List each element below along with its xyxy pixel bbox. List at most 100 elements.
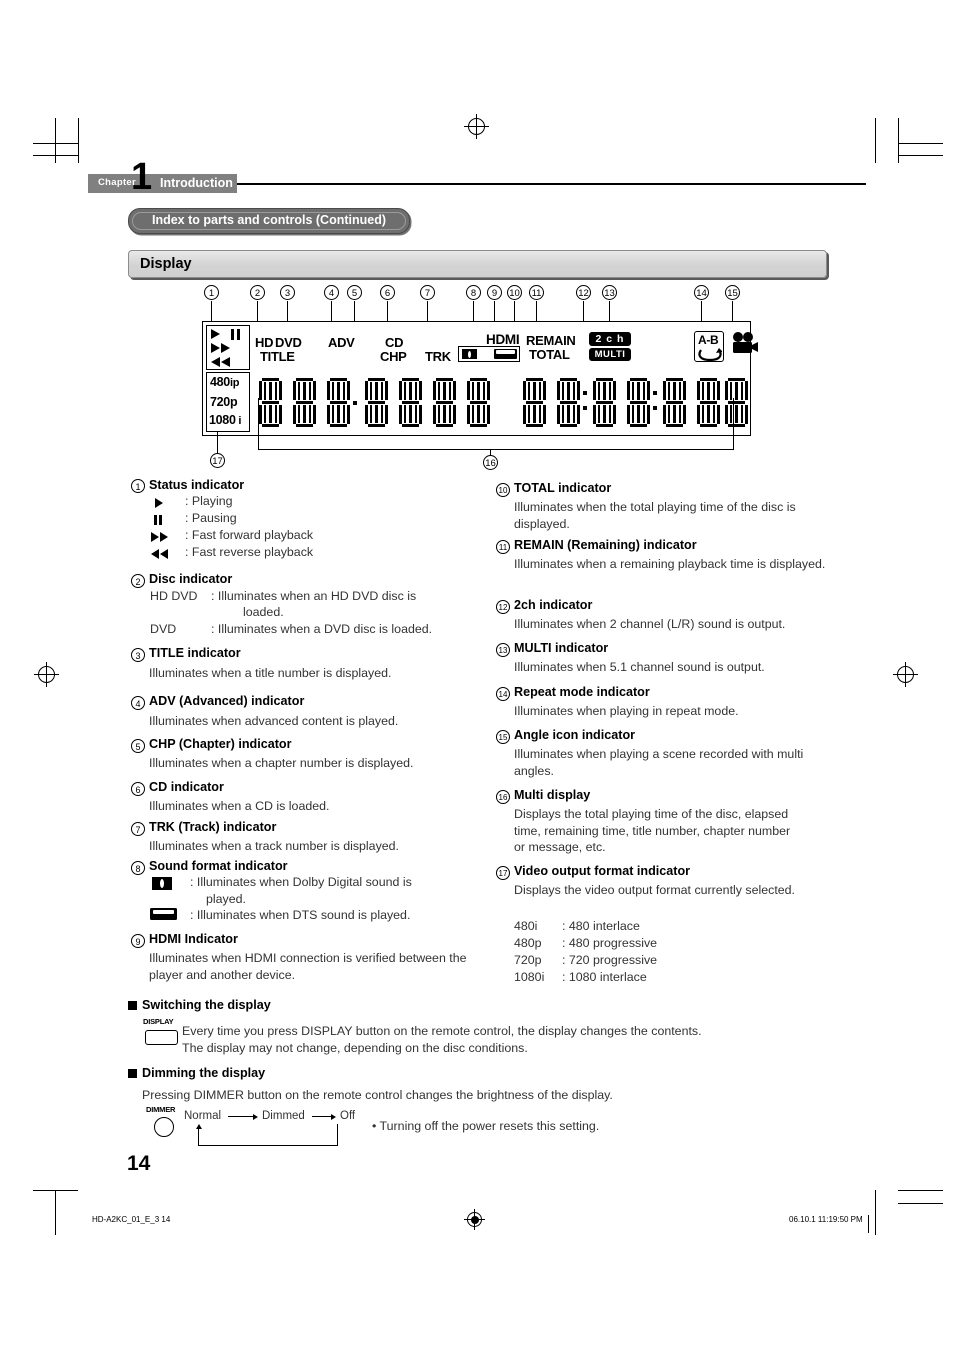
callout-6: 6 — [380, 285, 395, 300]
header-rule — [237, 183, 866, 185]
format-desc: : 720 progressive — [562, 953, 658, 967]
callout-4: 4 — [324, 285, 339, 300]
leader-line — [331, 301, 332, 321]
dimmer-button-icon — [154, 1117, 174, 1137]
display-button-label: DISPLAY — [143, 1017, 174, 1026]
leader-line — [387, 301, 388, 321]
leader-line — [257, 301, 258, 321]
item-number: 17 — [496, 866, 510, 880]
item-subline: : Illuminates when DTS sound is played. — [190, 908, 411, 922]
play-icon — [211, 329, 220, 339]
display-button-icon — [145, 1030, 178, 1045]
callout-16: 16 — [483, 455, 498, 470]
status-indicator-group — [206, 325, 250, 370]
item-body: Illuminates when 5.1 channel sound is ou… — [514, 660, 765, 674]
item-body: Illuminates when the total playing time … — [514, 500, 796, 531]
callout-9: 9 — [487, 285, 502, 300]
crop-mark — [55, 118, 56, 163]
section-bullet-icon — [128, 1069, 137, 1078]
callout-11: 11 — [529, 285, 544, 300]
callout-3: 3 — [280, 285, 295, 300]
ab-repeat-label: A-B — [698, 333, 719, 347]
item-subline: : Illuminates when Dolby Digital sound i… — [190, 875, 412, 889]
loopback-line — [198, 1145, 338, 1147]
item-subline: : Fast forward playback — [185, 528, 314, 542]
crop-mark — [875, 118, 876, 163]
item-number: 13 — [496, 643, 510, 657]
crop-mark — [898, 1203, 943, 1204]
item-number: 12 — [496, 600, 510, 614]
item-title: CHP (Chapter) indicator — [149, 737, 292, 751]
flow-arrow-line — [228, 1116, 254, 1118]
dimming-note: • Turning off the power resets this sett… — [372, 1119, 600, 1133]
segment-digit — [365, 378, 388, 428]
title-label: TITLE — [260, 349, 295, 364]
item-title: ADV (Advanced) indicator — [149, 694, 305, 708]
page-title: Display — [140, 256, 192, 272]
crop-mark — [33, 1190, 78, 1191]
segment-colon-dot — [653, 391, 657, 395]
item-number: 7 — [131, 822, 145, 836]
segment-dot — [353, 401, 357, 405]
item-body: Illuminates when advanced content is pla… — [149, 714, 399, 728]
leader-line — [733, 398, 734, 449]
fast-reverse-icon — [211, 357, 220, 367]
item-title: HDMI Indicator — [149, 932, 238, 946]
segment-digit — [259, 378, 282, 428]
video-output-format-group: 480ip 720p 1080 i — [206, 372, 250, 432]
item-subline: : Pausing — [185, 511, 237, 525]
fast-forward-icon — [211, 343, 220, 353]
crop-mark — [898, 1190, 943, 1191]
item-body: Displays the video output format current… — [514, 883, 795, 897]
segment-digit — [697, 378, 720, 428]
format-code: 1080i — [514, 970, 545, 984]
item-number: 16 — [496, 790, 510, 804]
dolby-digital-icon-notch — [160, 879, 164, 888]
dts-icon-text — [496, 349, 515, 354]
segment-digit — [293, 378, 316, 428]
crop-mark — [875, 1190, 876, 1235]
item-title: Repeat mode indicator — [514, 685, 650, 699]
segment-digit — [433, 378, 456, 428]
item-body: Illuminates when a CD is loaded. — [149, 799, 330, 813]
item-title: TRK (Track) indicator — [149, 820, 277, 834]
item-number: 15 — [496, 730, 510, 744]
fast-forward-icon — [160, 532, 168, 542]
adv-label: ADV — [328, 335, 355, 350]
segment-digit — [327, 378, 350, 428]
chp-label: CHP — [380, 349, 407, 364]
registration-mark-right — [893, 662, 918, 687]
sound-format-group — [458, 346, 520, 362]
format-desc: : 480 interlace — [562, 919, 640, 933]
disc-key: HD DVD — [150, 589, 198, 603]
trk-label: TRK — [425, 349, 451, 364]
item-number: 8 — [131, 861, 145, 875]
callout-1: 1 — [204, 285, 219, 300]
segment-digit — [399, 378, 422, 428]
item-subline: : Fast reverse playback — [185, 545, 314, 559]
segment-colon-dot — [583, 391, 587, 395]
pause-icon — [159, 515, 162, 525]
dimming-intro: Pressing DIMMER button on the remote con… — [142, 1088, 613, 1102]
crop-mark — [78, 118, 79, 163]
crop-mark — [898, 143, 943, 144]
item-body: Illuminates when a track number is displ… — [149, 839, 399, 853]
video-480ip-label: 480ip — [210, 375, 240, 389]
format-desc: : 1080 interlace — [562, 970, 647, 984]
item-number: 1 — [131, 479, 145, 493]
crop-mark — [868, 1215, 869, 1233]
item-title: Video output format indicator — [514, 864, 691, 878]
fast-forward-icon — [221, 343, 230, 353]
callout-15: 15 — [725, 285, 740, 300]
hdmi-label: HDMI — [486, 332, 520, 347]
loopback-line — [337, 1124, 339, 1146]
item-title: CD indicator — [149, 780, 224, 794]
fast-reverse-icon — [221, 357, 230, 367]
vfd-diagram: 1 2 3 4 5 6 7 8 9 10 11 12 13 14 15 480i… — [190, 285, 765, 470]
callout-13: 13 — [602, 285, 617, 300]
pause-icon — [231, 329, 234, 340]
loopback-arrow-head — [195, 1124, 202, 1129]
dts-icon-text — [153, 910, 174, 914]
item-title: Sound format indicator — [149, 859, 288, 873]
chapter-number: 1 — [131, 156, 153, 198]
